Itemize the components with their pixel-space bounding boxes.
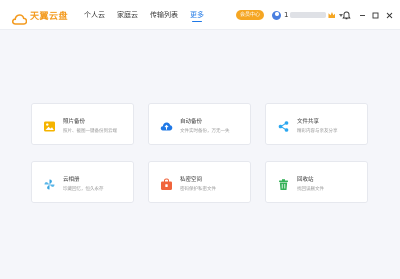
main-nav: 个人云 家庭云 传输列表 更多 [84, 0, 216, 30]
card-desc: 珍藏回忆，恒久永存 [63, 187, 104, 192]
card-desc: 精彩内容与亲友分享 [297, 129, 338, 134]
card-title: 云相册 [63, 177, 80, 183]
bell-icon[interactable] [340, 9, 352, 21]
crown-icon [328, 12, 336, 18]
trash-icon [277, 176, 290, 190]
feature-card-photo-backup[interactable]: 照片备份 照片、截图一键备份到云端 [31, 103, 134, 145]
app-name: 天翼云盘 [30, 11, 69, 22]
feature-card-auto-backup[interactable]: 自动备份 文件实时备份，万无一失 [148, 103, 251, 145]
card-desc: 文件实时备份，万无一失 [180, 129, 230, 134]
minimize-icon[interactable] [356, 9, 368, 21]
close-icon[interactable] [383, 9, 395, 21]
card-title: 文件共享 [297, 119, 320, 125]
title-bar: 天翼云盘 个人云 家庭云 传输列表 更多 会员中心 1 [0, 0, 400, 30]
feature-card-cloud-album[interactable]: 云相册 珍藏回忆，恒久永存 [31, 161, 134, 203]
photo-icon [43, 118, 56, 132]
user-menu[interactable]: 1 [272, 8, 344, 22]
username-mask [290, 12, 327, 18]
card-title: 私密空间 [180, 177, 203, 183]
cloud-logo-icon [11, 10, 28, 25]
card-title: 自动备份 [180, 119, 203, 125]
cloud-upload-icon [160, 118, 173, 131]
lock-box-icon [160, 176, 173, 190]
avatar [272, 10, 281, 20]
maximize-icon[interactable] [369, 9, 381, 21]
feature-card-private-space[interactable]: 私密空间 密码保护私密文件 [148, 161, 251, 203]
nav-family-cloud[interactable]: 家庭云 [117, 0, 138, 30]
card-title: 回收站 [297, 177, 314, 183]
nav-more[interactable]: 更多 [190, 0, 204, 30]
card-desc: 照片、截图一键备份到云端 [63, 129, 117, 134]
nav-transfer-list[interactable]: 传输列表 [150, 0, 178, 30]
share-icon [277, 118, 290, 132]
pinwheel-icon [43, 176, 56, 190]
vip-center-button[interactable]: 会员中心 [236, 10, 264, 20]
app-logo: 天翼云盘 [11, 8, 69, 25]
card-desc: 找回误删文件 [297, 187, 324, 192]
username: 1 [284, 11, 289, 19]
nav-personal-cloud[interactable]: 个人云 [84, 0, 105, 30]
feature-card-file-share[interactable]: 文件共享 精彩内容与亲友分享 [265, 103, 368, 145]
feature-grid: 照片备份 照片、截图一键备份到云端 自动备份 文件实时备份，万无一失 文件共享 … [0, 31, 400, 279]
feature-card-recycle-bin[interactable]: 回收站 找回误删文件 [265, 161, 368, 203]
card-desc: 密码保护私密文件 [180, 187, 216, 192]
card-title: 照片备份 [63, 119, 86, 125]
